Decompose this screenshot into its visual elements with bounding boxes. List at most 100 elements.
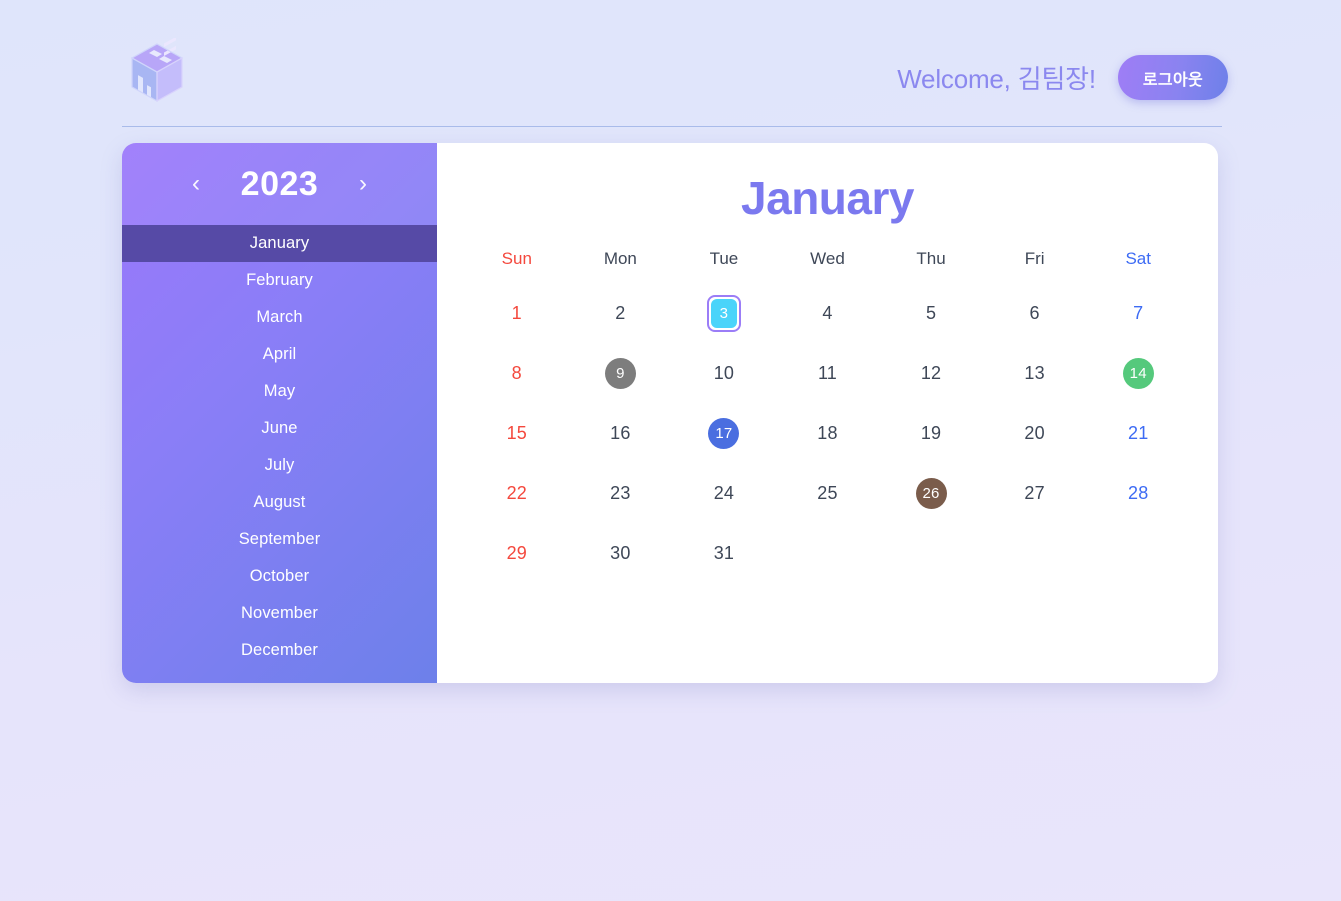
day-cell-8[interactable]: 8 bbox=[465, 343, 569, 403]
sidebar-month-march[interactable]: March bbox=[122, 299, 437, 336]
day-cell-1[interactable]: 1 bbox=[465, 283, 569, 343]
sidebar-month-november[interactable]: November bbox=[122, 595, 437, 632]
sidebar-month-august[interactable]: August bbox=[122, 484, 437, 521]
chevron-left-icon[interactable]: ‹ bbox=[184, 172, 208, 196]
day-cell-21[interactable]: 21 bbox=[1086, 403, 1190, 463]
day-cell-11[interactable]: 11 bbox=[776, 343, 880, 403]
day-number: 11 bbox=[817, 362, 838, 383]
day-cell-22[interactable]: 22 bbox=[465, 463, 569, 523]
day-cell-15[interactable]: 15 bbox=[465, 403, 569, 463]
day-number: 16 bbox=[610, 422, 631, 443]
sidebar-month-october[interactable]: October bbox=[122, 558, 437, 595]
weekday-label-sun: Sun bbox=[501, 249, 532, 268]
sidebar-month-june[interactable]: June bbox=[122, 410, 437, 447]
week-row: 22 23 24 25 26 27 28 bbox=[437, 463, 1218, 523]
day-number: 30 bbox=[610, 542, 631, 563]
sidebar-month-july[interactable]: July bbox=[122, 447, 437, 484]
day-cell-27[interactable]: 27 bbox=[983, 463, 1087, 523]
day-cell-2[interactable]: 2 bbox=[569, 283, 673, 343]
weekday-label-mon: Mon bbox=[603, 249, 637, 268]
day-cell-6[interactable]: 6 bbox=[983, 283, 1087, 343]
day-number: 15 bbox=[506, 422, 527, 443]
year-navigator: ‹ 2023 › bbox=[122, 143, 437, 225]
day-number: 3 bbox=[710, 298, 737, 328]
week-row: 8 9 10 11 12 13 14 bbox=[437, 343, 1218, 403]
day-cell-20[interactable]: 20 bbox=[983, 403, 1087, 463]
month-list: January February March April May June July Augu… bbox=[122, 225, 437, 683]
day-cell-19[interactable]: 19 bbox=[879, 403, 983, 463]
day-number-marked: 17 bbox=[708, 417, 740, 449]
weekday-label-fri: Fri bbox=[1024, 249, 1045, 268]
day-cell-empty bbox=[983, 523, 1087, 583]
welcome-message: Welcome, 김팀장! bbox=[897, 64, 1096, 94]
day-cell-30[interactable]: 30 bbox=[569, 523, 673, 583]
selected-day-indicator[interactable]: 3 bbox=[706, 294, 741, 332]
day-number: 31 bbox=[713, 542, 735, 563]
calendar-card: ‹ 2023 › January February March April May Jun… bbox=[122, 143, 1218, 683]
day-number: 12 bbox=[920, 362, 942, 383]
day-cell-26[interactable]: 26 bbox=[879, 463, 983, 523]
day-cell-14[interactable]: 14 bbox=[1086, 343, 1190, 403]
day-cell-17[interactable]: 17 bbox=[672, 403, 776, 463]
app-header: Welcome, 김팀장! 로그아웃 bbox=[0, 0, 1341, 127]
calendar-panel: January Sun Mon Tue Wed Thu Fri Sat 1234567891… bbox=[437, 143, 1218, 683]
day-grid: 1 2 3 4 5 6 7 8 9 10 11 12 13 14 15 16 17 18 19 20 21 22 23 24 2… bbox=[437, 283, 1218, 583]
day-cell-9[interactable]: 9 bbox=[569, 343, 673, 403]
day-cell-7[interactable]: 7 bbox=[1086, 283, 1190, 343]
month-sidebar: ‹ 2023 › January February March April May Jun… bbox=[122, 143, 437, 683]
week-row: 15 16 17 18 19 20 21 bbox=[437, 403, 1218, 463]
day-cell-empty bbox=[776, 523, 880, 583]
day-cell-10[interactable]: 10 bbox=[672, 343, 776, 403]
day-number: 19 bbox=[920, 422, 942, 443]
isometric-cube-logo-icon[interactable] bbox=[127, 36, 187, 113]
page-title: January bbox=[741, 172, 914, 224]
week-row: 1 2 3 4 5 6 7 bbox=[437, 283, 1218, 343]
sidebar-month-april[interactable]: April bbox=[122, 336, 437, 373]
header-divider bbox=[122, 126, 1222, 127]
weekday-header-row: Sun Mon Tue Wed Thu Fri Sat bbox=[437, 249, 1218, 269]
day-cell-16[interactable]: 16 bbox=[569, 403, 673, 463]
sidebar-month-february[interactable]: February bbox=[122, 262, 437, 299]
sidebar-month-may[interactable]: May bbox=[122, 373, 437, 410]
day-number: 27 bbox=[1024, 482, 1045, 503]
day-cell-5[interactable]: 5 bbox=[879, 283, 983, 343]
day-number: 2 bbox=[615, 302, 626, 323]
sidebar-month-january[interactable]: January bbox=[122, 225, 437, 262]
day-cell-empty bbox=[879, 523, 983, 583]
day-number: 13 bbox=[1024, 362, 1045, 383]
day-number: 8 bbox=[511, 362, 522, 383]
header-user-area: Welcome, 김팀장! 로그아웃 bbox=[897, 55, 1228, 100]
day-cell-31[interactable]: 31 bbox=[672, 523, 776, 583]
day-number: 23 bbox=[610, 482, 631, 503]
year-value: 2023 bbox=[240, 164, 319, 203]
week-row: 29 30 31 bbox=[437, 523, 1218, 583]
weekday-label-tue: Tue bbox=[709, 249, 739, 268]
weekday-label-wed: Wed bbox=[810, 249, 845, 268]
day-number: 10 bbox=[713, 362, 735, 383]
day-cell-29[interactable]: 29 bbox=[465, 523, 569, 583]
day-number: 21 bbox=[1127, 422, 1149, 443]
day-cell-18[interactable]: 18 bbox=[776, 403, 880, 463]
day-cell-empty bbox=[1086, 523, 1190, 583]
day-number: 5 bbox=[925, 302, 937, 323]
day-cell-13[interactable]: 13 bbox=[983, 343, 1087, 403]
day-number: 29 bbox=[506, 542, 527, 563]
logout-button[interactable]: 로그아웃 bbox=[1117, 55, 1228, 100]
chevron-right-icon[interactable]: › bbox=[351, 172, 375, 196]
day-cell-4[interactable]: 4 bbox=[776, 283, 880, 343]
day-cell-25[interactable]: 25 bbox=[776, 463, 880, 523]
day-cell-3[interactable]: 3 bbox=[672, 283, 776, 343]
day-cell-12[interactable]: 12 bbox=[879, 343, 983, 403]
day-number: 6 bbox=[1029, 302, 1040, 323]
day-number: 1 bbox=[511, 302, 522, 323]
sidebar-month-september[interactable]: September bbox=[122, 521, 437, 558]
day-number-marked: 26 bbox=[915, 477, 947, 509]
sidebar-month-december[interactable]: December bbox=[122, 632, 437, 669]
day-number: 18 bbox=[817, 422, 838, 443]
day-cell-28[interactable]: 28 bbox=[1086, 463, 1190, 523]
day-number-marked: 14 bbox=[1122, 357, 1154, 389]
day-cell-24[interactable]: 24 bbox=[672, 463, 776, 523]
day-number: 22 bbox=[506, 482, 527, 503]
day-cell-23[interactable]: 23 bbox=[569, 463, 673, 523]
day-number: 25 bbox=[817, 482, 838, 503]
